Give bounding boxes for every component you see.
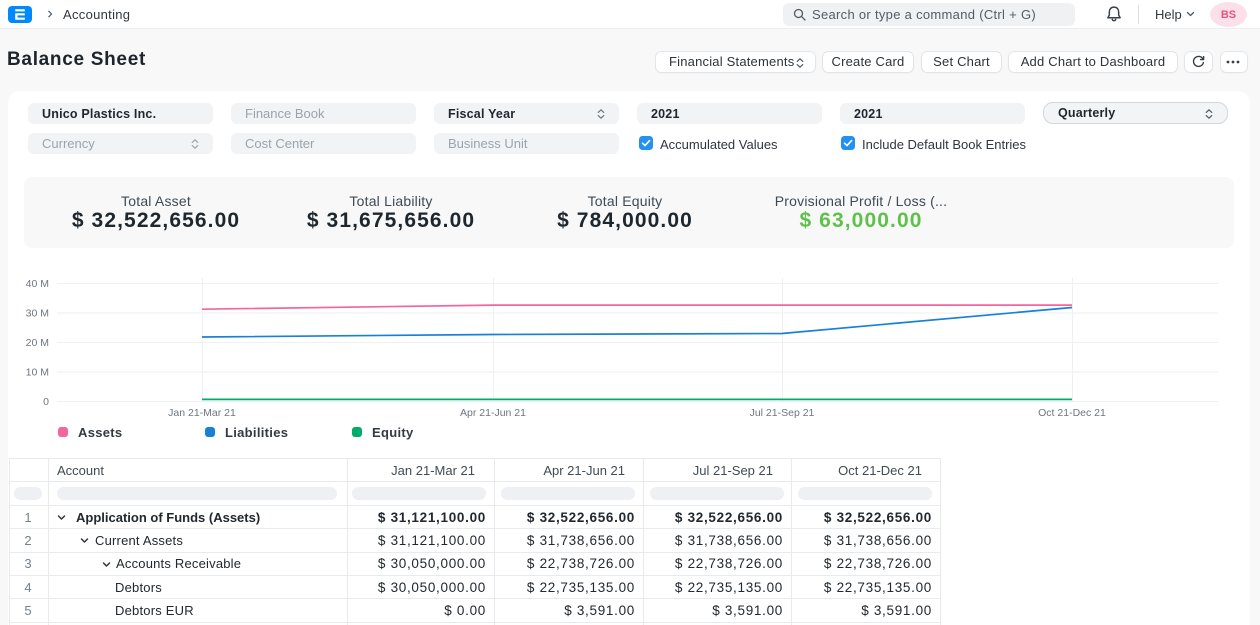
svg-text:10 M: 10 M <box>26 367 49 379</box>
svg-text:40 M: 40 M <box>26 278 49 290</box>
svg-text:Apr 21-Jun 21: Apr 21-Jun 21 <box>460 407 526 419</box>
svg-text:0: 0 <box>43 396 49 408</box>
svg-text:Jan 21-Mar 21: Jan 21-Mar 21 <box>168 407 236 419</box>
svg-text:30 M: 30 M <box>26 308 49 320</box>
svg-text:20 M: 20 M <box>26 337 49 349</box>
svg-text:Oct 21-Dec 21: Oct 21-Dec 21 <box>1038 407 1106 419</box>
svg-text:Jul 21-Sep 21: Jul 21-Sep 21 <box>750 407 815 419</box>
